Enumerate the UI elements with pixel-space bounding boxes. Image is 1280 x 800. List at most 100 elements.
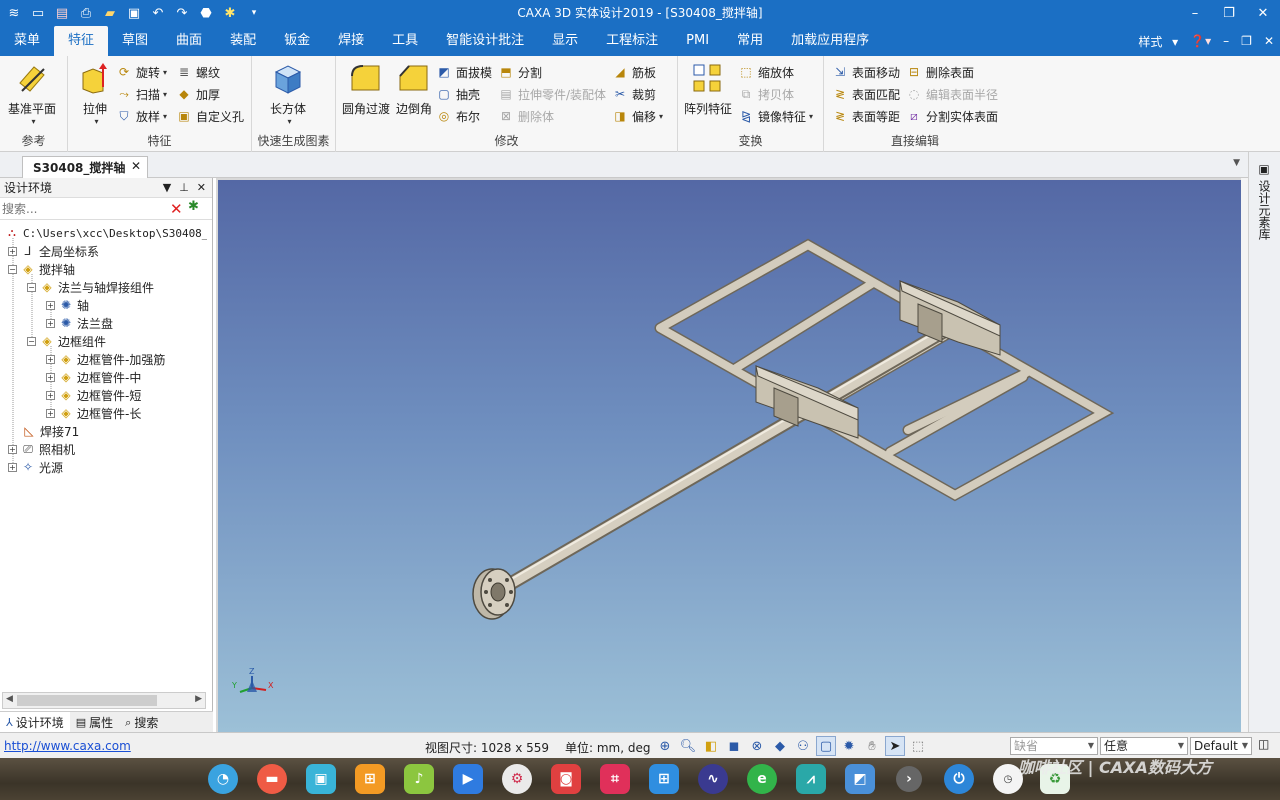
ribbon-close-icon[interactable]: ✕ [1264, 34, 1274, 48]
undo-icon[interactable]: ↶ [148, 3, 168, 23]
monitor-icon[interactable]: ⩘ [796, 764, 826, 794]
thread-button[interactable]: ≣ 螺纹 [176, 62, 220, 82]
design-app-icon[interactable]: ◩ [845, 764, 875, 794]
tree-hscrollbar[interactable]: ◀ ▶ [2, 692, 206, 709]
app-store-icon[interactable]: ⊞ [355, 764, 385, 794]
close-icon[interactable]: ✕ [131, 159, 141, 173]
collapse-icon[interactable]: − [8, 264, 17, 274]
more-icon[interactable]: › [896, 766, 922, 792]
move-face-button[interactable]: ⇲ 表面移动 [832, 62, 900, 82]
design-elements-tab[interactable]: ▣ 设计元素库 [1255, 162, 1273, 240]
tab-common[interactable]: 常用 [723, 26, 777, 56]
ribbon-minimize-icon[interactable]: – [1223, 34, 1229, 48]
scroll-left-icon[interactable]: ◀ [6, 694, 13, 704]
print-icon[interactable]: ⎙ [76, 3, 96, 23]
view-direction-icon[interactable]: ▢ [816, 736, 836, 756]
tabs-dropdown-icon[interactable]: ▼ [1233, 158, 1240, 168]
offset-button[interactable]: ◨ 偏移 ▾ [612, 106, 663, 126]
display-options-icon[interactable]: ⚇ [793, 736, 813, 756]
tab-tools[interactable]: 工具 [378, 26, 432, 56]
select-filter-icon[interactable]: ⬚ [908, 736, 928, 756]
mirror-button[interactable]: ⧎ 镜像特征 ▾ [738, 106, 813, 126]
system-monitor-icon[interactable]: ∿ [698, 764, 728, 794]
open-icon[interactable]: ▰ [100, 3, 120, 23]
music-icon[interactable]: ♪ [404, 764, 434, 794]
pattern-button[interactable]: 阵列特征 [684, 62, 732, 117]
chamfer-button[interactable]: 边倒角 [396, 62, 432, 117]
settings-icon[interactable]: ⚙ [502, 764, 532, 794]
camera-icon[interactable]: ◙ [551, 764, 581, 794]
close-icon[interactable]: ✕ [197, 181, 206, 194]
customize-icon[interactable]: ▾ [244, 3, 264, 23]
close-icon[interactable]: ✕ [1246, 0, 1280, 26]
ribbon-restore-icon[interactable]: ❐ [1241, 34, 1252, 48]
minimize-icon[interactable]: – [1178, 0, 1212, 26]
expand-icon[interactable]: + [46, 372, 55, 382]
tree-node-flange[interactable]: + ✺ 法兰盘 [46, 314, 113, 332]
power-icon[interactable]: ⏻ [944, 764, 974, 794]
save-icon[interactable]: ▣ [124, 3, 144, 23]
loft-button[interactable]: ⛉ 放样 ▾ [116, 106, 167, 126]
tab-surface[interactable]: 曲面 [162, 26, 216, 56]
tree-node-weld[interactable]: ◺ 焊接71 [21, 422, 79, 440]
tree-node-frame-assembly[interactable]: − ◈ 边框组件 [27, 332, 106, 350]
tab-weld[interactable]: 焊接 [324, 26, 378, 56]
expand-icon[interactable]: + [46, 318, 55, 328]
expand-icon[interactable]: + [8, 462, 17, 472]
tree-node-frame-mid[interactable]: + ◈ 边框管件-中 [46, 368, 141, 386]
extrude-part-button[interactable]: ▤ 拉伸零件/装配体 [498, 84, 606, 104]
datum-plane-button[interactable]: 基准平面 ▾ [8, 62, 56, 126]
redo-icon[interactable]: ↷ [172, 3, 192, 23]
launcher-icon[interactable]: ◔ [208, 764, 238, 794]
tab-search[interactable]: ⌕ 搜索 [119, 712, 164, 733]
tree-node-flange-weld[interactable]: − ◈ 法兰与轴焊接组件 [27, 278, 154, 296]
tree-node-global-coords[interactable]: + ⅃ 全局坐标系 [8, 242, 99, 260]
tree-node-mixer-shaft[interactable]: − ◈ 搅拌轴 [8, 260, 75, 278]
style-menu[interactable]: 样式 ▾ [1132, 33, 1178, 50]
draft-button[interactable]: ◩ 面拔模 [436, 62, 492, 82]
tab-menu[interactable]: 菜单 [0, 26, 54, 56]
viewport-scrollbar[interactable] [1241, 178, 1248, 732]
search-input[interactable] [0, 199, 165, 218]
gear-icon[interactable]: ✹ [839, 736, 859, 756]
new-icon[interactable]: ▭ [28, 3, 48, 23]
calculator-icon[interactable]: ⊞ [649, 764, 679, 794]
match-face-button[interactable]: ≷ 表面匹配 [832, 84, 900, 104]
shell-button[interactable]: ▢ 抽壳 [436, 84, 480, 104]
expand-icon[interactable]: + [46, 408, 55, 418]
tab-addins[interactable]: 加载应用程序 [777, 26, 883, 56]
select-cursor-icon[interactable]: ➤ [885, 736, 905, 756]
split-button[interactable]: ⬒ 分割 [498, 62, 542, 82]
zoom-fit-icon[interactable]: ⊕ [655, 736, 675, 756]
tab-properties[interactable]: ▤ 属性 [70, 712, 119, 733]
copy-body-button[interactable]: ⧉ 拷贝体 [738, 84, 794, 104]
screen-record-icon[interactable]: ▬ [257, 764, 287, 794]
expand-icon[interactable]: + [8, 246, 17, 256]
clear-search-icon[interactable]: ✕ [170, 200, 183, 218]
select-default-dropdown[interactable]: 缺省 ▼ [1010, 737, 1098, 755]
extrude-button[interactable]: 拉伸 ▾ [78, 62, 112, 126]
orbit-icon[interactable]: ⊗ [747, 736, 767, 756]
fillet-button[interactable]: 圆角过渡 [342, 62, 390, 117]
render-mode-icon[interactable]: ◼ [724, 736, 744, 756]
scroll-right-icon[interactable]: ▶ [195, 694, 202, 704]
tree-node-light[interactable]: + ✧ 光源 [8, 458, 63, 476]
pin-icon[interactable]: ⊥ [179, 181, 189, 194]
collapse-icon[interactable]: − [27, 336, 36, 346]
tree-node-camera[interactable]: + ⎚ 照相机 [8, 440, 75, 458]
website-link[interactable]: http://www.caxa.com [4, 739, 131, 753]
save-red-icon[interactable]: ▤ [52, 3, 72, 23]
restore-icon[interactable]: ❐ [1212, 0, 1246, 26]
view-cube-icon[interactable]: ◧ [701, 736, 721, 756]
thicken-button[interactable]: ◆ 加厚 [176, 84, 220, 104]
file-manager-icon[interactable]: ▣ [306, 764, 336, 794]
expand-icon[interactable]: + [46, 390, 55, 400]
hand-icon[interactable]: ✋︎ [862, 736, 882, 756]
tab-pmi[interactable]: PMI [672, 26, 723, 56]
scroll-thumb[interactable] [17, 695, 157, 706]
3d-viewport[interactable]: Z X Y [216, 178, 1241, 732]
revolve-button[interactable]: ⟳ 旋转 ▾ [116, 62, 167, 82]
browser-icon[interactable]: e [747, 764, 777, 794]
sweep-button[interactable]: ⤳ 扫描 ▾ [116, 84, 167, 104]
select-any-dropdown[interactable]: 任意 ▼ [1100, 737, 1188, 755]
